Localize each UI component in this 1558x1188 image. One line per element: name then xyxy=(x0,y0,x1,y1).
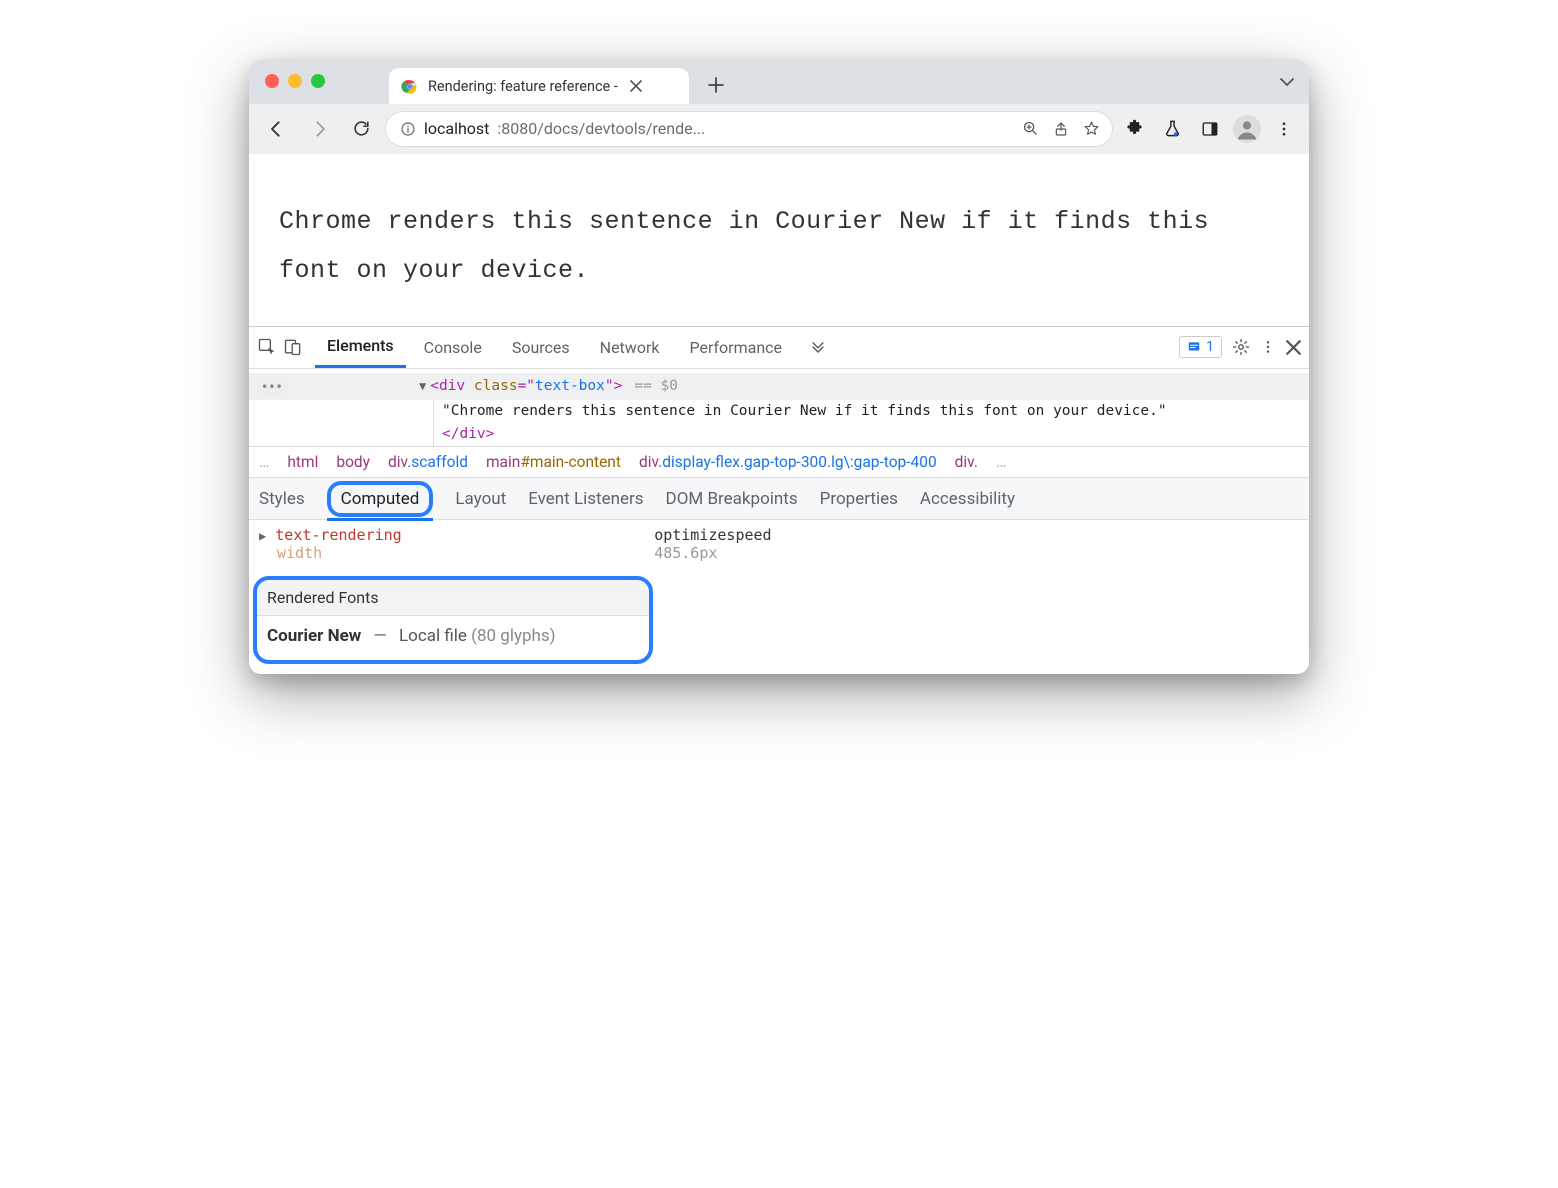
close-window-button[interactable] xyxy=(265,74,279,88)
share-icon[interactable] xyxy=(1053,121,1069,137)
prop-text-rendering[interactable]: text-rendering xyxy=(275,526,401,544)
extensions-icon[interactable] xyxy=(1119,114,1149,144)
rendered-fonts-section: Rendered Fonts Courier New — Local file … xyxy=(253,576,653,664)
bookmark-star-icon[interactable] xyxy=(1083,120,1100,137)
browser-toolbar: localhost :8080/docs/devtools/rende... xyxy=(249,104,1309,154)
new-tab-button[interactable] xyxy=(699,68,733,102)
devtools-tab-elements[interactable]: Elements xyxy=(315,326,406,368)
issues-count: 1 xyxy=(1206,339,1214,355)
crumb-trailing-div[interactable]: div. xyxy=(955,453,978,471)
browser-window: Rendering: feature reference - localhost… xyxy=(249,60,1309,674)
rendered-fonts-body: Courier New — Local file (80 glyphs) xyxy=(257,616,649,660)
subtab-layout[interactable]: Layout xyxy=(455,478,506,520)
tabs-dropdown-button[interactable] xyxy=(1279,74,1295,90)
dash-separator: — xyxy=(373,626,386,646)
forward-button[interactable] xyxy=(301,111,337,147)
highlight-computed: Computed xyxy=(327,481,434,517)
rendered-fonts-header: Rendered Fonts xyxy=(257,580,649,616)
back-button[interactable] xyxy=(259,111,295,147)
issues-badge[interactable]: 1 xyxy=(1179,336,1222,358)
page-text: Chrome renders this sentence in Courier … xyxy=(279,198,1279,296)
crumb-dots-right[interactable]: … xyxy=(996,453,1006,471)
devtools-close-icon[interactable] xyxy=(1286,340,1301,355)
elements-ellipsis[interactable]: ••• xyxy=(257,378,287,397)
address-path: :8080/docs/devtools/rende... xyxy=(497,119,705,138)
devtools-tab-sources[interactable]: Sources xyxy=(500,326,582,368)
devtools-panel: Elements Console Sources Network Perform… xyxy=(249,326,1309,665)
elements-tree[interactable]: ••• ▼ <div class="text-box"> == $0 "Chro… xyxy=(249,369,1309,447)
subtab-dom-breakpoints[interactable]: DOM Breakpoints xyxy=(666,478,798,520)
crumb-html[interactable]: html xyxy=(287,453,318,471)
device-toggle-icon[interactable] xyxy=(283,337,303,357)
address-bar[interactable]: localhost :8080/docs/devtools/rende... xyxy=(385,111,1113,147)
side-panel-icon[interactable] xyxy=(1195,114,1225,144)
tag-name: div xyxy=(439,378,465,394)
chrome-menu-icon[interactable] xyxy=(1269,114,1299,144)
prop-text-rendering-value: optimizespeed xyxy=(654,526,1299,544)
subtab-styles[interactable]: Styles xyxy=(259,478,305,520)
prop-width-value: 485.6px xyxy=(654,544,1299,562)
inspect-icon[interactable] xyxy=(257,337,277,357)
attr-name: class xyxy=(474,378,518,394)
tab-title: Rendering: feature reference - xyxy=(428,78,618,95)
rendered-font-name: Courier New xyxy=(267,626,361,646)
element-text-node[interactable]: "Chrome renders this sentence in Courier… xyxy=(442,400,1309,423)
subtab-event-listeners[interactable]: Event Listeners xyxy=(528,478,643,520)
maximize-window-button[interactable] xyxy=(311,74,325,88)
labs-icon[interactable] xyxy=(1157,114,1187,144)
subtab-properties[interactable]: Properties xyxy=(820,478,898,520)
crumb-dots-left[interactable]: … xyxy=(259,453,269,471)
subtab-accessibility[interactable]: Accessibility xyxy=(920,478,1015,520)
devtools-tab-performance[interactable]: Performance xyxy=(677,326,794,368)
close-tab-button[interactable] xyxy=(628,78,644,94)
dom-breadcrumb[interactable]: … html body div.scaffold main#main-conte… xyxy=(249,446,1309,478)
reload-button[interactable] xyxy=(343,111,379,147)
crumb-main[interactable]: main#main-content xyxy=(486,453,621,471)
selected-hint: == $0 xyxy=(634,375,678,398)
settings-gear-icon[interactable] xyxy=(1232,338,1250,356)
chrome-icon xyxy=(401,78,418,95)
address-host: localhost xyxy=(424,119,489,138)
crumb-body[interactable]: body xyxy=(336,453,370,471)
collapse-triangle-icon[interactable]: ▼ xyxy=(419,377,426,396)
browser-tab[interactable]: Rendering: feature reference - xyxy=(389,68,689,104)
devtools-tab-network[interactable]: Network xyxy=(588,326,672,368)
tag-open-bracket: < xyxy=(430,378,439,394)
subtab-computed[interactable]: Computed xyxy=(327,478,434,520)
window-controls xyxy=(265,74,325,88)
tag-close-bracket: > xyxy=(614,378,623,394)
devtools-tab-console[interactable]: Console xyxy=(412,326,494,368)
closing-tag: </div> xyxy=(442,426,494,442)
styles-subtabs: Styles Computed Layout Event Listeners D… xyxy=(249,478,1309,520)
crumb-div-flex[interactable]: div.display-flex.gap-top-300.lg\:gap-top… xyxy=(639,453,937,471)
site-info-icon[interactable] xyxy=(400,121,416,137)
prop-width[interactable]: width xyxy=(277,544,322,562)
attr-value: text-box xyxy=(535,378,605,394)
rendered-font-source: Local file xyxy=(399,626,467,646)
crumb-div-scaffold[interactable]: div.scaffold xyxy=(388,453,468,471)
expand-triangle-icon[interactable]: ▶ xyxy=(259,529,266,543)
rendered-font-glyphs: (80 glyphs) xyxy=(471,626,555,646)
profile-avatar[interactable] xyxy=(1233,115,1261,143)
zoom-icon[interactable] xyxy=(1022,120,1039,137)
minimize-window-button[interactable] xyxy=(288,74,302,88)
devtools-menu-icon[interactable] xyxy=(1260,339,1276,355)
more-tabs-icon[interactable] xyxy=(808,337,828,357)
page-content: Chrome renders this sentence in Courier … xyxy=(249,154,1309,326)
tab-strip: Rendering: feature reference - xyxy=(249,60,1309,104)
devtools-tabbar: Elements Console Sources Network Perform… xyxy=(249,327,1309,369)
computed-properties: ▶ text-rendering optimizespeed width 485… xyxy=(249,520,1309,566)
